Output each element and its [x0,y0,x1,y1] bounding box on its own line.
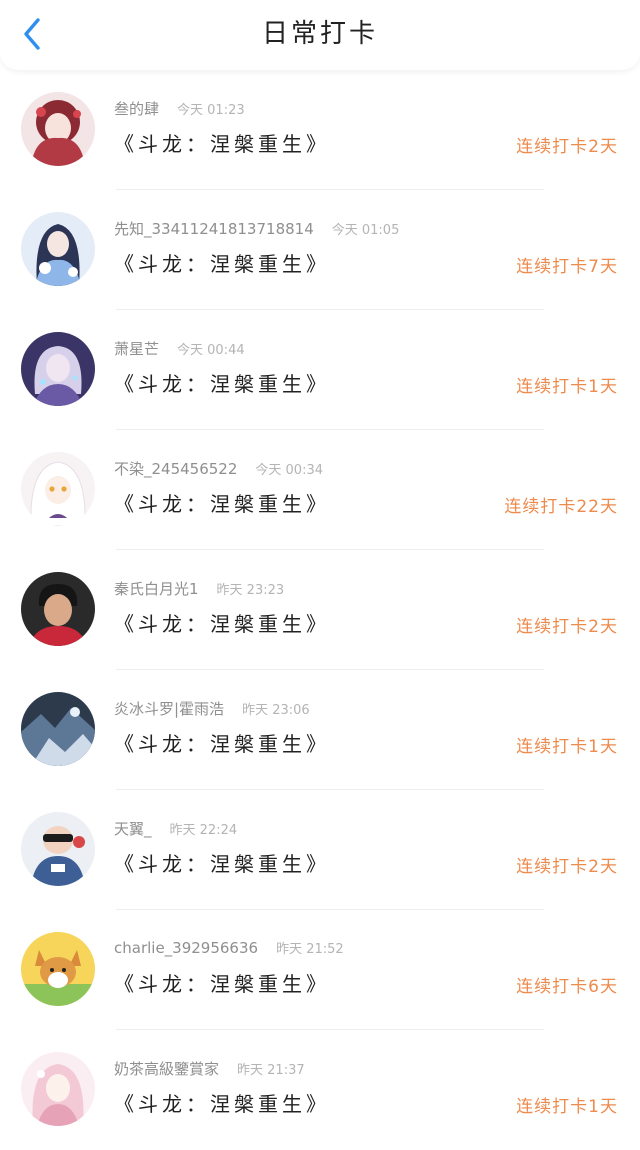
avatar[interactable] [21,332,95,406]
user-name[interactable]: 先知_3341124181371881​4 [114,220,314,238]
streak-label: 连续打卡1天 [516,737,618,757]
checkin-time: 昨天 23:06 [242,703,310,718]
user-name[interactable]: 天翼_ [114,820,152,838]
checkin-time: 今天 00:34 [255,463,324,478]
list-item[interactable]: charlie_392956636 昨天 21:52 《斗龙：涅槃重生》 连续打卡… [0,910,640,1030]
entry-meta: 不染_245456522 今天 00:34 [114,458,323,480]
list-item[interactable]: 秦氏白月光1 昨天 23:23 《斗龙：涅槃重生》 连续打卡2天 [0,550,640,670]
avatar[interactable] [21,452,95,526]
streak-label: 连续打卡6天 [516,977,618,997]
list-item[interactable]: 奶茶高級鑒賞家 昨天 21:37 《斗龙：涅槃重生》 连续打卡1天 [0,1030,640,1150]
streak-label: 连续打卡1天 [516,1097,618,1117]
list-item[interactable]: 先知_3341124181371881​4 今天 01:05 《斗龙：涅槃重生》 … [0,190,640,310]
entry-meta: 天翼_ 昨天 22:24 [114,818,237,840]
list-item[interactable]: 叁的肆 今天 01:23 《斗龙：涅槃重生》 连续打卡2天 [0,70,640,190]
user-name[interactable]: charlie_392956636 [114,939,258,957]
streak-label: 连续打卡22天 [504,497,618,517]
checkin-time: 昨天 22:24 [169,823,238,838]
entry-meta: 先知_3341124181371881​4 今天 01:05 [114,218,399,240]
user-name[interactable]: 炎冰斗罗|霍雨浩 [114,700,224,718]
entry-meta: 炎冰斗罗|霍雨浩 昨天 23:06 [114,698,310,720]
book-title[interactable]: 《斗龙：涅槃重生》 [114,608,330,637]
book-title[interactable]: 《斗龙：涅槃重生》 [114,488,330,517]
user-name[interactable]: 萧星芒 [114,340,159,358]
checkin-time: 昨天 23:23 [216,583,285,598]
book-title[interactable]: 《斗龙：涅槃重生》 [114,848,330,877]
user-name[interactable]: 秦氏白月光1 [114,580,199,598]
entry-meta: charlie_392956636 昨天 21:52 [114,938,344,960]
user-name[interactable]: 奶茶高級鑒賞家 [114,1060,219,1078]
book-title[interactable]: 《斗龙：涅槃重生》 [114,728,330,757]
list-item[interactable]: 萧星芒 今天 00:44 《斗龙：涅槃重生》 连续打卡1天 [0,310,640,430]
checkin-time: 今天 00:44 [177,343,245,358]
entry-meta: 叁的肆 今天 01:23 [114,98,245,120]
list-item[interactable]: 不染_245456522 今天 00:34 《斗龙：涅槃重生》 连续打卡22天 [0,430,640,550]
avatar[interactable] [21,932,95,1006]
checkin-list: 叁的肆 今天 01:23 《斗龙：涅槃重生》 连续打卡2天 先知_33411241… [0,70,640,1150]
avatar[interactable] [21,92,95,166]
user-name[interactable]: 叁的肆 [114,100,159,118]
entry-meta: 秦氏白月光1 昨天 23:23 [114,578,284,600]
top-bar: 日常打卡 [0,0,640,70]
streak-label: 连续打卡2天 [516,617,618,637]
avatar[interactable] [21,692,95,766]
checkin-time: 昨天 21:52 [276,942,344,957]
streak-label: 连续打卡2天 [516,857,618,877]
entry-meta: 萧星芒 今天 00:44 [114,338,245,360]
book-title[interactable]: 《斗龙：涅槃重生》 [114,368,330,397]
checkin-time: 今天 01:05 [331,223,400,238]
list-item[interactable]: 天翼_ 昨天 22:24 《斗龙：涅槃重生》 连续打卡2天 [0,790,640,910]
checkin-time: 昨天 21:37 [237,1063,305,1078]
entry-meta: 奶茶高級鑒賞家 昨天 21:37 [114,1058,305,1080]
avatar[interactable] [21,1052,95,1126]
streak-label: 连续打卡1天 [516,377,618,397]
book-title[interactable]: 《斗龙：涅槃重生》 [114,248,330,277]
page-title: 日常打卡 [261,19,378,49]
checkin-time: 今天 01:23 [177,103,245,118]
avatar[interactable] [21,572,95,646]
user-name[interactable]: 不染_245456522 [114,460,237,478]
streak-label: 连续打卡2天 [516,137,618,157]
book-title[interactable]: 《斗龙：涅槃重生》 [114,968,330,997]
list-item[interactable]: 炎冰斗罗|霍雨浩 昨天 23:06 《斗龙：涅槃重生》 连续打卡1天 [0,670,640,790]
book-title[interactable]: 《斗龙：涅槃重生》 [114,1088,330,1117]
avatar[interactable] [21,212,95,286]
book-title[interactable]: 《斗龙：涅槃重生》 [114,128,330,157]
avatar[interactable] [21,812,95,886]
streak-label: 连续打卡7天 [516,257,618,277]
